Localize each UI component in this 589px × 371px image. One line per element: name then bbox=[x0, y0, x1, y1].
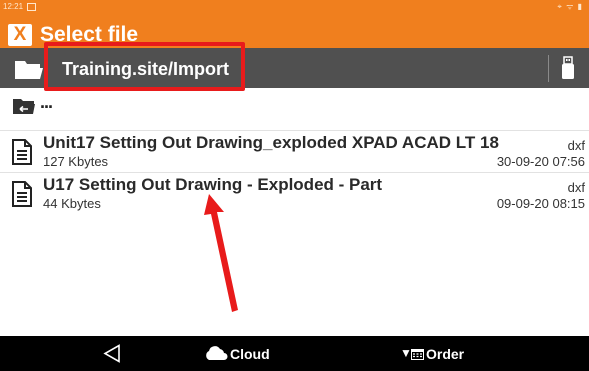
document-icon bbox=[11, 181, 33, 212]
back-triangle-icon bbox=[103, 344, 120, 363]
document-icon bbox=[11, 139, 33, 170]
file-extension: dxf bbox=[567, 138, 585, 153]
folder-open-icon[interactable] bbox=[14, 58, 44, 85]
status-bar: 12:21 ⌖ ᯤ ▮ bbox=[0, 0, 589, 15]
list-item[interactable]: Unit17 Setting Out Drawing_exploded XPAD… bbox=[0, 130, 589, 172]
file-name: Unit17 Setting Out Drawing_exploded XPAD… bbox=[43, 133, 499, 152]
file-date: 30-09-20 07:56 bbox=[496, 154, 585, 169]
xpad-logo-icon: X bbox=[8, 24, 32, 46]
file-size: 127 Kbytes bbox=[43, 154, 109, 169]
back-button[interactable] bbox=[103, 344, 121, 368]
system-status-icons: ⌖ ᯤ ▮ bbox=[557, 2, 583, 11]
folder-up-icon bbox=[12, 97, 36, 120]
annotation-arrow bbox=[195, 190, 245, 320]
status-time: 12:21 bbox=[3, 2, 24, 11]
path-highlight-box bbox=[44, 42, 245, 91]
calendar-sort-icon bbox=[411, 349, 424, 360]
toolbar-divider bbox=[548, 55, 549, 82]
parent-folder-label: ... bbox=[40, 92, 53, 112]
file-date: 09-09-20 08:15 bbox=[496, 196, 585, 211]
order-label: Order bbox=[426, 346, 465, 362]
cloud-label: Cloud bbox=[230, 346, 270, 362]
parent-folder-row[interactable]: ... bbox=[0, 89, 589, 127]
file-list: Unit17 Setting Out Drawing_exploded XPAD… bbox=[0, 130, 589, 214]
list-item[interactable]: U17 Setting Out Drawing - Exploded - Par… bbox=[0, 172, 589, 214]
file-size: 44 Kbytes bbox=[43, 196, 101, 211]
notification-icon bbox=[27, 3, 36, 11]
bottom-bar: Cloud ▼ Order bbox=[0, 336, 589, 371]
usb-icon[interactable] bbox=[561, 56, 575, 85]
cloud-icon bbox=[206, 346, 228, 360]
app-logo-letter: X bbox=[13, 24, 27, 45]
file-extension: dxf bbox=[567, 180, 585, 195]
